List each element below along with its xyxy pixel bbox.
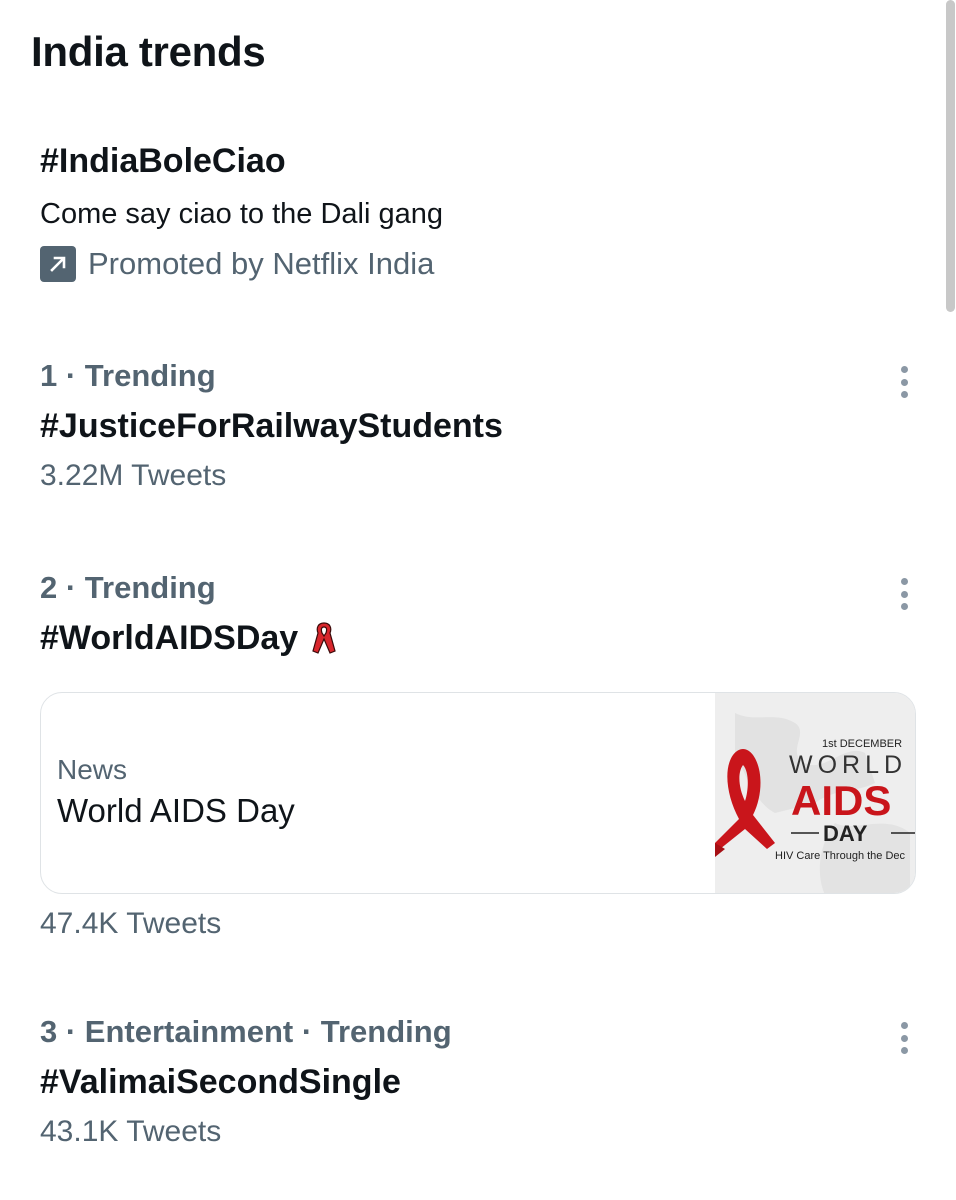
- promoted-by-row: Promoted by Netflix India: [40, 246, 900, 282]
- promoted-description: Come say ciao to the Dali gang: [40, 198, 443, 230]
- thumb-date: 1st DECEMBER: [822, 738, 902, 750]
- more-options-icon[interactable]: [892, 1018, 916, 1058]
- trend-hashtag[interactable]: #ValimaiSecondSingle: [40, 1060, 920, 1104]
- promoted-by-label: Promoted by Netflix India: [88, 246, 435, 281]
- scrollbar[interactable]: [944, 0, 956, 312]
- trend-hashtag[interactable]: #JusticeForRailwayStudents: [40, 404, 920, 448]
- trend-hashtag-text: #ValimaiSecondSingle: [40, 1063, 401, 1101]
- red-ribbon-icon: [312, 622, 336, 654]
- arrow-up-right-icon: [40, 246, 76, 282]
- trend-item-1[interactable]: 1 · Trending #JusticeForRailwayStudents …: [40, 356, 920, 496]
- news-title: World AIDS Day: [57, 792, 295, 829]
- trend-item-2[interactable]: 2 · Trending #WorldAIDSDay: [40, 568, 920, 660]
- news-card[interactable]: News World AIDS Day 1st DECEMBER WORLD A…: [40, 692, 916, 894]
- trend-tweet-count: 3.22M Tweets: [40, 459, 227, 492]
- trend-meta: 2 · Trending: [40, 570, 216, 605]
- trend-meta: 3 · Entertainment · Trending: [40, 1014, 452, 1049]
- trend-hashtag[interactable]: #WorldAIDSDay: [40, 616, 920, 660]
- promoted-hashtag[interactable]: #IndiaBoleCiao: [40, 140, 900, 182]
- trend-tweet-count: 43.1K Tweets: [40, 1115, 222, 1148]
- page-title: India trends: [31, 28, 266, 75]
- more-options-icon[interactable]: [892, 574, 916, 614]
- more-options-icon[interactable]: [892, 362, 916, 402]
- news-thumbnail: 1st DECEMBER WORLD AIDS DAY HIV Care Thr…: [715, 693, 915, 893]
- trend-hashtag-text: #WorldAIDSDay: [40, 619, 299, 657]
- trend-item-3[interactable]: 3 · Entertainment · Trending #ValimaiSec…: [40, 1012, 920, 1152]
- scrollbar-thumb[interactable]: [946, 0, 955, 312]
- thumb-line1: WORLD: [789, 751, 907, 779]
- news-label: News: [57, 754, 128, 785]
- trend-meta: 1 · Trending: [40, 358, 216, 393]
- thumb-caption: HIV Care Through the Dec: [775, 850, 906, 862]
- trend-tweet-count: 47.4K Tweets: [40, 907, 222, 940]
- thumb-line3: DAY: [823, 821, 868, 846]
- trend-hashtag-text: #JusticeForRailwayStudents: [40, 407, 503, 445]
- thumb-line2: AIDS: [791, 777, 891, 824]
- news-text: News World AIDS Day: [57, 753, 295, 831]
- promoted-trend[interactable]: #IndiaBoleCiao Come say ciao to the Dali…: [40, 140, 900, 282]
